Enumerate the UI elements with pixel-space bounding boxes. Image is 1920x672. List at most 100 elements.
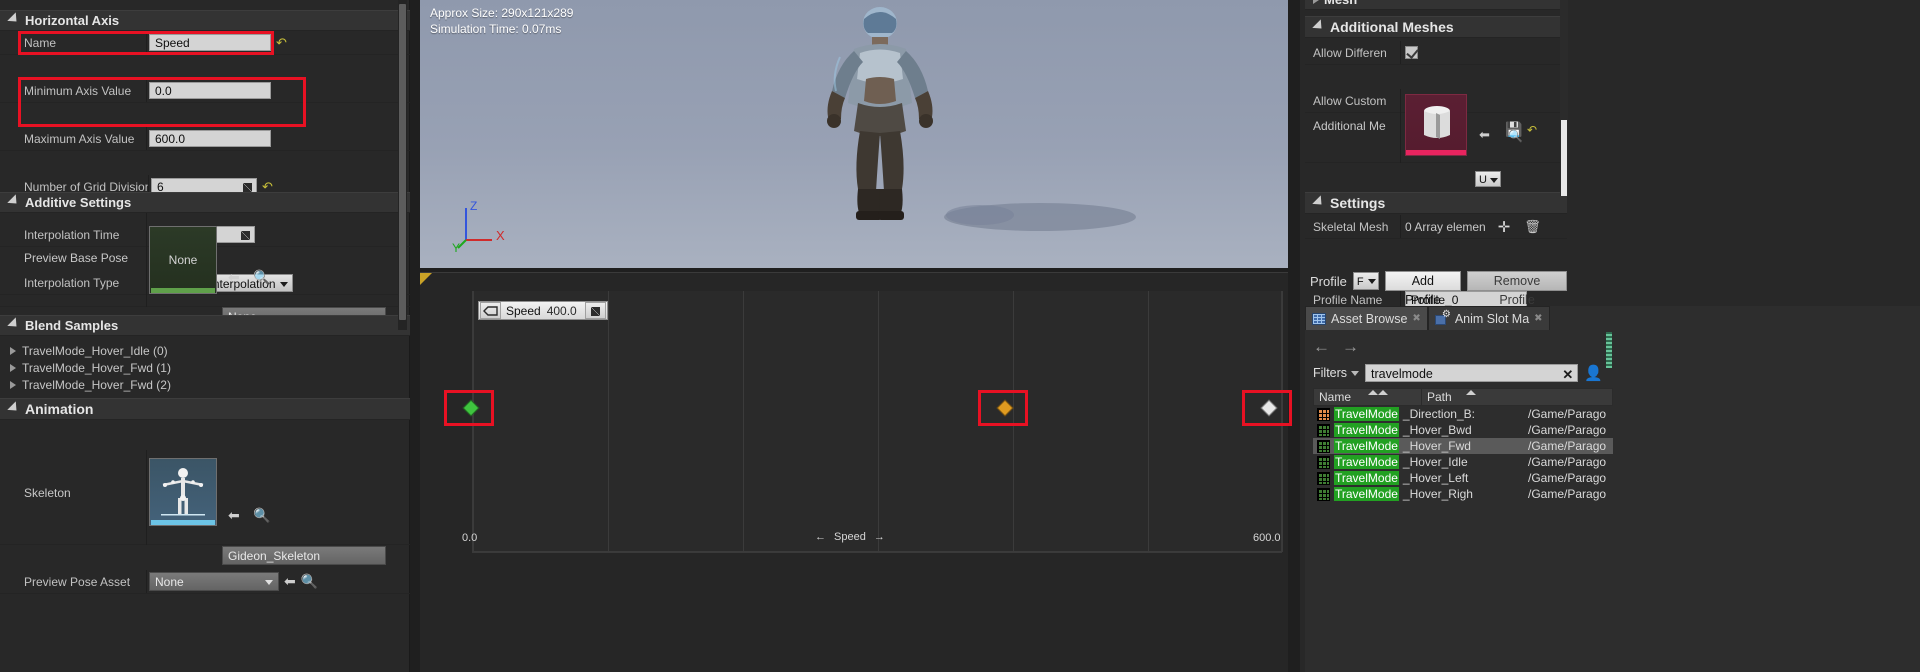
revert-icon[interactable]: ↶ <box>276 36 287 49</box>
browse-to-asset-icon[interactable]: 🔍 <box>1508 129 1523 143</box>
tab-asset-browser[interactable]: Asset Browse ✖ <box>1305 306 1428 330</box>
use-selected-asset-icon[interactable]: ⬅ <box>228 269 240 286</box>
row-additional-mesh: Additional Me U ⬅ 💾 🔍 ↶ <box>1305 89 1567 187</box>
column-label: Path <box>1427 390 1452 404</box>
axis-max-label: 600.0 <box>1253 532 1281 544</box>
add-profile-button[interactable]: Add Profile <box>1384 271 1462 307</box>
scrollbar-thumb[interactable] <box>1606 332 1612 368</box>
right-details-scrollbar[interactable] <box>1560 0 1568 196</box>
min-axis-value-input[interactable]: 0.0 <box>149 82 271 99</box>
close-icon[interactable]: ✖ <box>1534 313 1542 324</box>
section-animation[interactable]: Animation <box>0 398 410 420</box>
scrollbar-thumb[interactable] <box>399 4 406 320</box>
approx-size-text: Approx Size: 290x121x289 <box>430 6 574 20</box>
use-selected-asset-icon[interactable]: ⬅ <box>1479 127 1490 143</box>
sample-axis-value[interactable]: 400.0 <box>545 304 585 318</box>
animation-asset-icon <box>1317 455 1330 469</box>
asset-search-input[interactable]: travelmode ✕ <box>1365 364 1579 384</box>
axis-name-group: ← Speed → <box>815 531 885 543</box>
browse-to-asset-icon[interactable]: 🔍 <box>253 269 270 286</box>
sample-value-widget[interactable]: Speed 400.0 <box>478 301 608 320</box>
asset-filter-bar: Filters travelmode ✕ 👤 <box>1313 364 1603 382</box>
asset-name-rest: _Direction_B: <box>1402 407 1475 421</box>
asset-path: /Game/Parago <box>1528 439 1607 453</box>
asset-row-3[interactable]: TravelMode _Hover_Idle /Game/Parago <box>1313 454 1613 470</box>
blendspace-grid[interactable] <box>472 291 1283 553</box>
use-selected-asset-icon[interactable]: ⬅ <box>284 573 296 590</box>
revert-icon[interactable]: ↶ <box>1527 123 1537 137</box>
asset-row-1[interactable]: TravelMode _Hover_Bwd /Game/Parago <box>1313 422 1613 438</box>
filters-button[interactable]: Filters <box>1313 366 1360 380</box>
blend-sample-label: TravelMode_Hover_Fwd (1) <box>22 360 171 375</box>
asset-name-rest: _Hover_Righ <box>1402 487 1473 501</box>
section-additive-settings[interactable]: Additive Settings <box>0 192 410 213</box>
add-element-icon[interactable]: ✛ <box>1498 218 1511 236</box>
column-name[interactable]: Name <box>1314 389 1422 405</box>
column-path[interactable]: Path <box>1422 389 1612 405</box>
asset-browser-scrollbar[interactable] <box>1605 332 1613 368</box>
asset-name-rest: _Hover_Fwd <box>1402 439 1471 453</box>
use-selected-asset-icon[interactable]: ⬅ <box>228 507 240 524</box>
blendspace-graph-panel[interactable]: Speed 400.0 0.0 600.0 ← Speed → <box>420 272 1292 672</box>
asset-row-2[interactable]: TravelMode _Hover_Fwd /Game/Parago <box>1313 438 1613 454</box>
max-axis-value-input[interactable]: 600.0 <box>149 130 271 147</box>
row-skeleton: Skeleton Gideon_Skeleton ⬅ 🔍 <box>0 450 410 565</box>
axis-name-label: Speed <box>834 531 866 543</box>
advanced-preview-details: Mesh Additional Meshes Allow Differen Al… <box>1305 0 1568 360</box>
skeleton-thumbnail[interactable] <box>149 458 217 526</box>
section-blend-samples[interactable]: Blend Samples <box>0 315 410 336</box>
close-icon[interactable]: ✖ <box>1412 313 1420 324</box>
chevron-right-icon[interactable] <box>10 346 16 355</box>
animation-asset-icon <box>1317 471 1330 485</box>
asset-row-4[interactable]: TravelMode _Hover_Left /Game/Parago <box>1313 470 1613 486</box>
asset-browser-panel: Asset Browse ✖ Anim Slot Ma ✖ ← → Filter… <box>1305 306 1920 672</box>
chevron-right-icon[interactable] <box>10 380 16 389</box>
row-max-axis-value: Maximum Axis Value 600.0 <box>0 127 410 151</box>
chevron-right-icon[interactable] <box>10 363 16 372</box>
section-title: Horizontal Axis <box>25 13 120 28</box>
cylinder-mesh-icon <box>1424 106 1450 139</box>
back-arrow-icon[interactable]: ← <box>1313 338 1330 355</box>
preview-pose-asset-value: None <box>155 575 184 589</box>
blend-sample-item-1[interactable]: TravelMode_Hover_Fwd (1) <box>0 359 410 376</box>
asset-row-5[interactable]: TravelMode _Hover_Righ /Game/Parago <box>1313 486 1613 502</box>
preview-base-pose-thumbnail[interactable]: None <box>149 226 217 294</box>
asset-path: /Game/Parago <box>1528 423 1607 437</box>
row-preview-base-pose: Preview Base Pose None None ⬅ 🔍 <box>0 213 410 326</box>
axis-arrow-left-icon: ← <box>815 531 826 543</box>
asset-list[interactable]: TravelMode _Direction_B: /Game/Parago Tr… <box>1313 406 1613 502</box>
svg-text:Y: Y <box>452 241 460 255</box>
preview-pose-asset-select[interactable]: None <box>149 572 279 591</box>
name-input[interactable]: Speed <box>149 34 271 51</box>
sample-value-spinner[interactable] <box>584 302 606 319</box>
blend-sample-item-2[interactable]: TravelMode_Hover_Fwd (2) <box>0 376 410 393</box>
browse-to-asset-icon[interactable]: 🔍 <box>253 507 270 524</box>
delete-icon[interactable]: 🗑 <box>1524 219 1541 235</box>
details-scrollbar[interactable] <box>398 0 407 330</box>
profile-select[interactable]: F <box>1352 272 1379 290</box>
blend-sample-item-0[interactable]: TravelMode_Hover_Idle (0) <box>0 342 410 359</box>
forward-arrow-icon[interactable]: → <box>1342 338 1359 355</box>
preview-viewport[interactable]: Approx Size: 290x121x289 Simulation Time… <box>420 0 1288 268</box>
section-title: Animation <box>25 401 94 417</box>
tab-anim-slot-manager[interactable]: Anim Slot Ma ✖ <box>1427 306 1550 330</box>
chevron-down-icon <box>7 12 21 26</box>
section-additional-meshes[interactable]: Additional Meshes <box>1305 16 1567 38</box>
additional-mesh-thumbnail[interactable] <box>1405 94 1467 156</box>
scrollbar-thumb[interactable] <box>1561 120 1567 196</box>
allow-different-checkbox[interactable] <box>1405 46 1418 59</box>
section-mesh[interactable]: Mesh <box>1305 0 1567 10</box>
asset-name-match: TravelMode <box>1334 455 1399 469</box>
user-icon[interactable]: 👤 <box>1584 364 1603 382</box>
skeleton-select[interactable]: Gideon_Skeleton <box>222 546 386 565</box>
section-horizontal-axis[interactable]: Horizontal Axis <box>0 10 410 31</box>
section-title: Settings <box>1330 195 1386 211</box>
additional-mesh-select[interactable]: U <box>1475 171 1501 187</box>
browse-to-asset-icon[interactable]: 🔍 <box>301 573 318 590</box>
animation-asset-icon <box>1317 487 1330 501</box>
remove-profile-button[interactable]: Remove Profile <box>1467 271 1567 307</box>
clear-search-icon[interactable]: ✕ <box>1562 366 1573 384</box>
divider <box>146 450 147 545</box>
asset-row-0[interactable]: TravelMode _Direction_B: /Game/Parago <box>1313 406 1613 422</box>
section-settings[interactable]: Settings <box>1305 192 1567 214</box>
